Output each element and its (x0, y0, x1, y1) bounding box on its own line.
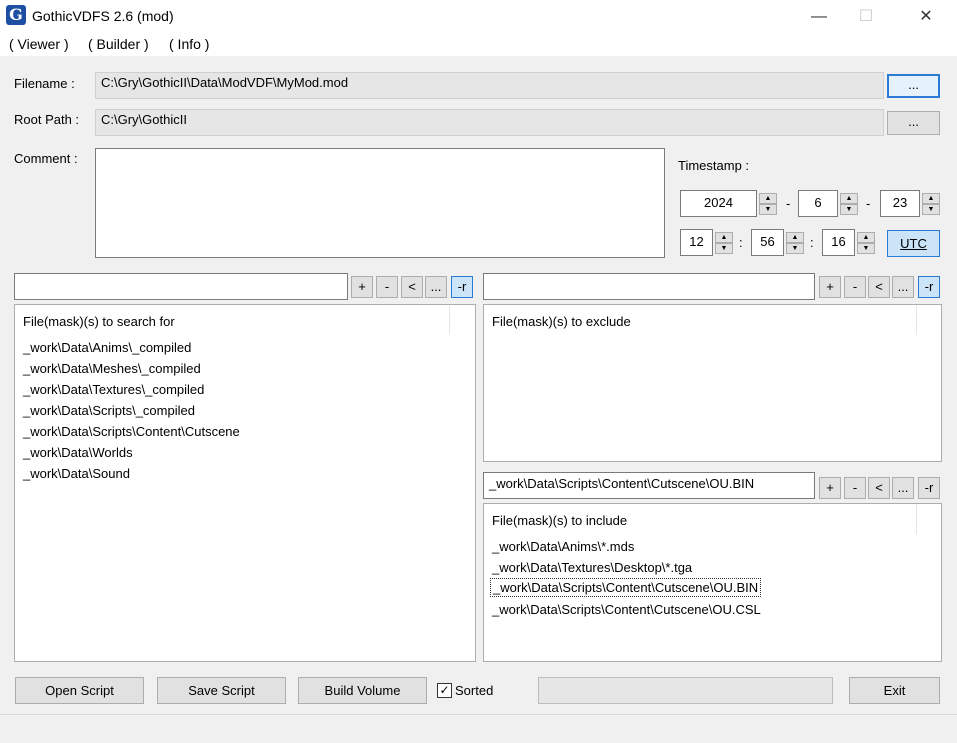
save-script-button[interactable]: Save Script (157, 677, 286, 704)
close-button[interactable]: ✕ (903, 0, 949, 33)
open-script-button[interactable]: Open Script (15, 677, 144, 704)
exit-button[interactable]: Exit (849, 677, 940, 704)
status-bar (0, 714, 957, 743)
year-spinner[interactable]: ▲ ▼ (759, 193, 777, 215)
exclude-mask-input[interactable] (483, 273, 815, 300)
app-icon: G (6, 5, 26, 25)
exclude-list-header: File(mask)(s) to exclude (492, 314, 631, 329)
build-volume-button[interactable]: Build Volume (298, 677, 427, 704)
maximize-button[interactable]: ☐ (843, 0, 889, 33)
minimize-button[interactable]: — (796, 0, 842, 33)
spin-down-icon[interactable]: ▼ (786, 243, 804, 254)
exclude-list[interactable]: File(mask)(s) to exclude (483, 304, 942, 462)
list-item[interactable]: _work\Data\Worlds (23, 445, 133, 460)
exclude-back-button[interactable]: < (868, 276, 890, 298)
comment-label: Comment : (14, 151, 78, 166)
search-list[interactable]: File(mask)(s) to search for _work\Data\A… (14, 304, 476, 662)
include-back-button[interactable]: < (868, 477, 890, 499)
day-field[interactable]: 23 (880, 190, 920, 217)
spin-down-icon[interactable]: ▼ (922, 204, 940, 215)
list-item[interactable]: _work\Data\Scripts\_compiled (23, 403, 195, 418)
list-item[interactable]: _work\Data\Anims\_compiled (23, 340, 191, 355)
time-separator: : (739, 235, 743, 250)
utc-button[interactable]: UTC (887, 230, 940, 257)
exclude-remove-button[interactable]: - (844, 276, 866, 298)
spin-up-icon[interactable]: ▲ (715, 232, 733, 243)
list-item[interactable]: _work\Data\Meshes\_compiled (23, 361, 201, 376)
spin-up-icon[interactable]: ▲ (857, 232, 875, 243)
include-browse-button[interactable]: ... (892, 477, 914, 499)
spin-up-icon[interactable]: ▲ (759, 193, 777, 204)
sorted-label: Sorted (455, 683, 494, 698)
search-remove-button[interactable]: - (376, 276, 398, 298)
list-item[interactable]: _work\Data\Scripts\Content\Cutscene\OU.C… (492, 602, 761, 617)
month-field[interactable]: 6 (798, 190, 838, 217)
search-list-header: File(mask)(s) to search for (23, 314, 175, 329)
list-item[interactable]: _work\Data\Textures\Desktop\*.tga (492, 560, 692, 575)
filename-label: Filename : (14, 76, 75, 91)
include-list-header: File(mask)(s) to include (492, 513, 628, 528)
rootpath-browse-button[interactable]: ... (887, 111, 940, 135)
list-item-selected[interactable]: _work\Data\Scripts\Content\Cutscene\OU.B… (490, 578, 762, 597)
rootpath-field[interactable]: C:\Gry\GothicII (95, 109, 884, 136)
spin-down-icon[interactable]: ▼ (759, 204, 777, 215)
column-divider (916, 504, 917, 534)
window-title: GothicVDFS 2.6 (mod) (32, 8, 174, 24)
column-divider (449, 305, 450, 335)
utc-label: UTC (900, 236, 927, 251)
search-add-button[interactable]: + (351, 276, 373, 298)
include-remove-button[interactable]: - (844, 477, 866, 499)
search-mask-input[interactable] (14, 273, 348, 300)
list-item[interactable]: _work\Data\Sound (23, 466, 130, 481)
month-spinner[interactable]: ▲ ▼ (840, 193, 858, 215)
spin-up-icon[interactable]: ▲ (786, 232, 804, 243)
include-add-button[interactable]: + (819, 477, 841, 499)
list-item[interactable]: _work\Data\Textures\_compiled (23, 382, 204, 397)
spin-up-icon[interactable]: ▲ (922, 193, 940, 204)
timestamp-label: Timestamp : (678, 158, 750, 173)
exclude-browse-button[interactable]: ... (892, 276, 914, 298)
search-recursive-button[interactable]: -r (451, 276, 473, 298)
include-recursive-button[interactable]: -r (918, 477, 940, 499)
day-spinner[interactable]: ▲ ▼ (922, 193, 940, 215)
minute-field[interactable]: 56 (751, 229, 784, 256)
column-divider (916, 305, 917, 335)
exclude-add-button[interactable]: + (819, 276, 841, 298)
spin-down-icon[interactable]: ▼ (840, 204, 858, 215)
date-separator: - (786, 196, 791, 211)
menu-info[interactable]: ( Info ) (169, 36, 209, 52)
filename-field[interactable]: C:\Gry\GothicII\Data\ModVDF\MyMod.mod (95, 72, 884, 99)
rootpath-label: Root Path : (14, 112, 80, 127)
year-field[interactable]: 2024 (680, 190, 757, 217)
search-browse-button[interactable]: ... (425, 276, 447, 298)
progress-bar (538, 677, 833, 704)
filename-browse-button[interactable]: ... (887, 74, 940, 98)
spin-down-icon[interactable]: ▼ (715, 243, 733, 254)
spin-down-icon[interactable]: ▼ (857, 243, 875, 254)
list-item[interactable]: _work\Data\Anims\*.mds (492, 539, 634, 554)
hour-spinner[interactable]: ▲ ▼ (715, 232, 733, 254)
menu-builder[interactable]: ( Builder ) (88, 36, 149, 52)
second-field[interactable]: 16 (822, 229, 855, 256)
second-spinner[interactable]: ▲ ▼ (857, 232, 875, 254)
spin-up-icon[interactable]: ▲ (840, 193, 858, 204)
search-back-button[interactable]: < (401, 276, 423, 298)
list-item[interactable]: _work\Data\Scripts\Content\Cutscene (23, 424, 240, 439)
menu-viewer[interactable]: ( Viewer ) (9, 36, 69, 52)
time-separator: : (810, 235, 814, 250)
comment-textarea[interactable] (95, 148, 665, 258)
hour-field[interactable]: 12 (680, 229, 713, 256)
include-list[interactable]: File(mask)(s) to include _work\Data\Anim… (483, 503, 942, 662)
exclude-recursive-button[interactable]: -r (918, 276, 940, 298)
sorted-checkbox[interactable]: ✓ (437, 683, 452, 698)
date-separator: - (866, 196, 871, 211)
minute-spinner[interactable]: ▲ ▼ (786, 232, 804, 254)
include-mask-input[interactable]: _work\Data\Scripts\Content\Cutscene\OU.B… (483, 472, 815, 499)
